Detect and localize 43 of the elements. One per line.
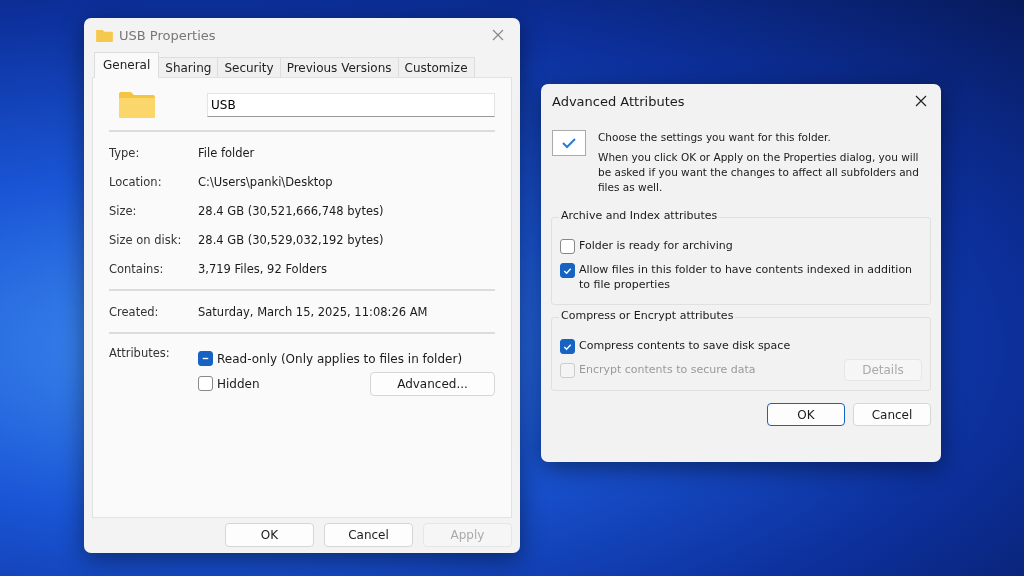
window-title: USB Properties [119,27,217,43]
checkbox[interactable] [560,339,575,354]
dialog-button[interactable]: OK [225,523,314,547]
folder-icon [96,28,113,42]
checkbox-option[interactable]: Compress contents to save disk space [560,334,791,358]
advanced-button[interactable]: Advanced... [370,371,495,396]
field-label: Size: [109,203,138,218]
folder-icon [119,92,155,118]
checkbox-option[interactable]: Allow files in this folder to have contents indexed in addition to file properties [560,258,922,296]
field-value: 3,719 Files, 92 Folders [198,261,327,276]
checkbox[interactable] [198,376,213,391]
checkbox-option[interactable]: Folder is ready for archiving [560,234,733,258]
field-value: Saturday, March 15, 2025, 11:08:26 AM [198,304,428,319]
field-label: Type: [109,145,141,160]
field-value: 28.4 GB (30,529,032,192 bytes) [198,232,384,247]
tab[interactable]: General [94,52,160,78]
field-label: Size on disk: [109,232,183,247]
check-icon [562,341,573,352]
field-value: File folder [198,145,255,160]
field-value: 28.4 GB (30,521,666,748 bytes) [198,203,384,218]
tab[interactable]: Security [217,57,281,78]
intro-text: Choose the settings you want for this folder. [598,130,832,145]
dialog-button[interactable]: Cancel [853,403,931,426]
window-title: Advanced Attributes [552,93,686,109]
group-title: Archive and Index attributes [559,209,720,222]
close-icon[interactable] [915,95,927,107]
checkbox-option[interactable]: Read-only (Only applies to files in folder) [198,346,463,371]
field-value: C:\Users\panki\Desktop [198,174,333,189]
info-text: When you click OK or Apply on the Properties dialog, you will be asked if you want the changes to affect all subfolders and files as well. [598,150,920,195]
field-label: Created: [109,304,160,319]
group-title: Compress or Encrypt attributes [559,309,736,322]
field-label: Contains: [109,261,165,276]
checkbox[interactable] [560,239,575,254]
checkbox-icon [552,130,586,156]
checkbox[interactable] [560,263,575,278]
field-label: Attributes: [109,346,171,362]
dialog-button[interactable]: Cancel [324,523,413,547]
checkbox[interactable] [198,351,213,366]
field-label: Location: [109,174,163,189]
name-field[interactable]: USB [207,93,495,117]
dialog-button[interactable]: OK [767,403,845,426]
checkbox-option[interactable]: Hidden [198,371,260,396]
check-icon [562,265,573,276]
